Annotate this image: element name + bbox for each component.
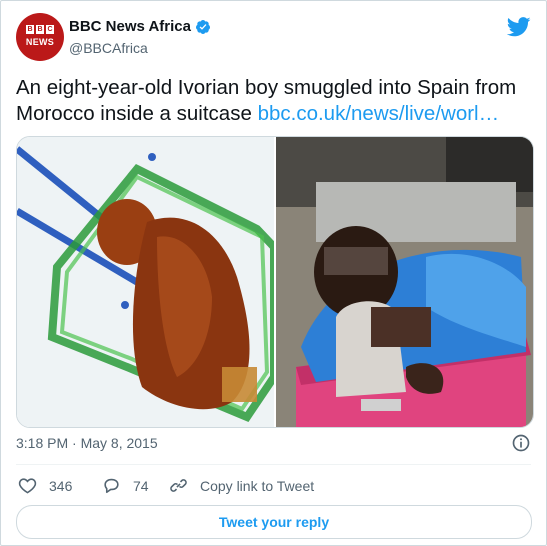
tweet-text: An eight-year-old Ivorian boy smuggled i… bbox=[16, 75, 536, 127]
suitcase-photo[interactable] bbox=[276, 137, 533, 427]
tweet-card: B B C NEWS BBC News Africa @BBCAfrica An… bbox=[0, 0, 547, 546]
bbc-logo-blocks: B B C bbox=[26, 25, 54, 34]
tweet-link[interactable]: bbc.co.uk/news/live/worl… bbox=[258, 102, 500, 125]
reply-bubble-icon bbox=[104, 478, 119, 494]
like-button[interactable]: 346 bbox=[18, 476, 72, 495]
divider bbox=[16, 464, 531, 465]
reply-button[interactable]: 74 bbox=[102, 476, 149, 495]
tweet-your-reply-button[interactable]: Tweet your reply bbox=[16, 505, 532, 539]
reply-count: 74 bbox=[133, 477, 149, 494]
twitter-bird-icon[interactable] bbox=[507, 17, 531, 37]
xray-image[interactable] bbox=[17, 137, 274, 427]
heart-icon bbox=[18, 478, 37, 494]
copy-link-label: Copy link to Tweet bbox=[200, 477, 315, 494]
copy-link-button[interactable]: Copy link to Tweet bbox=[169, 476, 314, 495]
link-icon bbox=[170, 479, 187, 492]
verified-badge-icon bbox=[195, 19, 210, 34]
account-handle[interactable]: @BBCAfrica bbox=[69, 40, 148, 56]
display-name-text: BBC News Africa bbox=[69, 18, 191, 35]
like-count: 346 bbox=[49, 477, 73, 494]
bbc-letter-c: C bbox=[46, 25, 54, 34]
bbc-letter-b1: B bbox=[26, 25, 34, 34]
avatar[interactable]: B B C NEWS bbox=[16, 13, 64, 61]
display-name[interactable]: BBC News Africa bbox=[69, 18, 211, 35]
media-grid bbox=[16, 136, 534, 428]
bbc-letter-b2: B bbox=[36, 25, 44, 34]
avatar-news-word: NEWS bbox=[25, 37, 55, 47]
info-icon[interactable] bbox=[511, 433, 531, 453]
tweet-timestamp[interactable]: 3:18 PM · May 8, 2015 bbox=[16, 435, 158, 451]
